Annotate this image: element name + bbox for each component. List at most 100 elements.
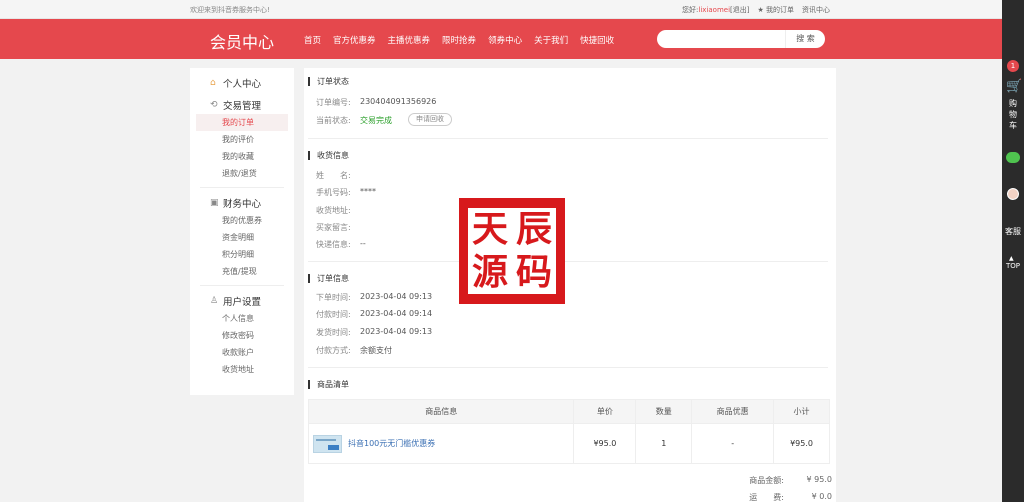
search-button[interactable]: 搜 索 (785, 30, 825, 48)
pay-method: 余额支付 (360, 346, 392, 355)
pay-time-row: 付款时间: 2023-04-04 09:14 (316, 309, 432, 320)
product-list-title: 商品清单 (308, 380, 349, 389)
sidebar-item-fund-details[interactable]: 资金明细 (210, 229, 294, 246)
apply-recycle-button[interactable]: 申请回收 (408, 113, 452, 126)
sidebar-personal-center[interactable]: ⌂ 个人中心 (210, 74, 294, 92)
welcome-text: 欢迎来到抖音券服务中心! (190, 6, 270, 14)
divider (308, 367, 828, 368)
order-status-title: 订单状态 (308, 77, 349, 86)
product-qty: 1 (635, 423, 693, 464)
freight-amount: ¥ 0.0 (811, 492, 832, 501)
sidebar-item-my-orders[interactable]: 我的订单 (196, 114, 288, 131)
summary-label: 运 费: (749, 493, 784, 502)
order-number-row: 订单编号: 230404091356926 (316, 97, 436, 108)
sidebar-item-change-password[interactable]: 修改密码 (210, 327, 294, 344)
wechat-icon[interactable] (1006, 152, 1020, 163)
field-label: 手机号码: (316, 188, 351, 197)
news-link[interactable]: 资讯中心 (802, 5, 830, 15)
member-sidebar: ⌂ 个人中心 ⟲ 交易管理 我的订单 我的评价 我的收藏 退款/退货 ▣ 财务中… (190, 68, 294, 395)
order-time-row: 下单时间: 2023-04-04 09:13 (316, 292, 432, 303)
ship-time: 2023-04-04 09:13 (360, 327, 433, 336)
divider (200, 285, 284, 286)
sidebar-item-my-favorites[interactable]: 我的收藏 (210, 148, 294, 165)
order-status-value: 交易完成 (360, 116, 392, 125)
sidebar-head-label: 交易管理 (223, 101, 262, 112)
sidebar-item-my-reviews[interactable]: 我的评价 (210, 131, 294, 148)
cart-icon[interactable]: 🛒 (1006, 79, 1022, 94)
nav-home[interactable]: 首页 (304, 34, 321, 46)
watermark-char: 辰 (515, 208, 552, 250)
wallet-icon: ▣ (210, 197, 219, 208)
nav-flash-coupons[interactable]: 限时抢券 (442, 34, 476, 46)
nav-about[interactable]: 关于我们 (534, 34, 568, 46)
message-row: 买家留言: (316, 222, 360, 233)
ship-time-row: 发货时间: 2023-04-04 09:13 (316, 327, 432, 338)
col-header-price: 单价 (573, 399, 637, 424)
search-box: 搜 索 (657, 30, 825, 48)
sidebar-settings-head: ♙ 用户设置 (210, 292, 294, 310)
order-number: 230404091356926 (360, 97, 437, 106)
sidebar-item-points-details[interactable]: 积分明细 (210, 246, 294, 263)
order-info-title: 订单信息 (308, 274, 349, 283)
home-icon: ⌂ (210, 77, 216, 88)
top-bar: 欢迎来到抖音券服务中心! 您好:lixiaomei[退出] ★ 我的订单 资讯中… (0, 0, 1002, 19)
order-time: 2023-04-04 09:13 (360, 292, 433, 301)
cart-label[interactable]: 购物车 (1009, 98, 1019, 131)
sidebar-item-my-coupons[interactable]: 我的优惠券 (210, 212, 294, 229)
service-avatar-icon[interactable] (1007, 188, 1019, 200)
watermark-char: 源 (471, 251, 508, 293)
order-state-row: 当前状态: 交易完成 (316, 115, 392, 126)
customer-service-label[interactable]: 客服 (1005, 226, 1021, 237)
sidebar-item-refunds[interactable]: 退款/退货 (210, 165, 294, 182)
sidebar-item-payee-account[interactable]: 收款账户 (210, 344, 294, 361)
cart-count-badge: 1 (1007, 60, 1019, 72)
username-link[interactable]: lixiaomei (698, 6, 730, 14)
field-label: 下单时间: (316, 293, 351, 302)
sidebar-head-label: 个人中心 (223, 79, 262, 90)
logout-link[interactable]: [退出] (730, 6, 749, 14)
site-logo[interactable]: 会员中心 (210, 29, 274, 53)
express-info: -- (360, 239, 366, 248)
divider (308, 138, 828, 139)
trade-icon: ⟲ (210, 99, 218, 110)
sidebar-item-shipping-address[interactable]: 收货地址 (210, 361, 294, 378)
nav-quick-recycle[interactable]: 快捷回收 (580, 34, 614, 46)
field-label: 买家留言: (316, 223, 351, 232)
watermark-char: 天 (471, 208, 508, 250)
watermark-char: 码 (515, 251, 552, 293)
order-detail-panel: 订单状态 订单编号: 230404091356926 当前状态: 交易完成 申请… (304, 68, 836, 502)
col-header-qty: 数量 (635, 399, 693, 424)
goods-amount: ¥ 95.0 (806, 475, 832, 484)
nav-coupon-center[interactable]: 领券中心 (488, 34, 522, 46)
my-orders-link[interactable]: ★ 我的订单 (757, 5, 794, 15)
field-label: 姓 名: (316, 171, 351, 180)
product-table: 商品信息 单价 数量 商品优惠 小计 抖音100元无门槛优惠券 ¥95.0 1 … (307, 399, 830, 464)
table-row: 抖音100元无门槛优惠券 ¥95.0 1 - ¥95.0 (307, 423, 830, 464)
amount-row: 商品金额: ¥ 95.0 (724, 475, 832, 486)
nav-streamer-coupons[interactable]: 主播优惠券 (388, 34, 431, 46)
sidebar-item-recharge[interactable]: 充值/提现 (210, 263, 294, 280)
sidebar-trade-head: ⟲ 交易管理 (210, 96, 294, 114)
product-name-link[interactable]: 抖音100元无门槛优惠券 (348, 438, 435, 449)
sidebar-item-personal-info[interactable]: 个人信息 (210, 310, 294, 327)
express-row: 快递信息: -- (316, 239, 366, 250)
top-links: 您好:lixiaomei[退出] ★ 我的订单 资讯中心 (682, 5, 830, 15)
pay-method-row: 付款方式: 余额支付 (316, 345, 392, 356)
field-label: 当前状态: (316, 116, 351, 125)
product-thumbnail[interactable] (313, 434, 342, 453)
search-input[interactable] (657, 30, 785, 48)
arrow-up-icon[interactable]: ▲ (1009, 255, 1014, 262)
user-icon: ♙ (210, 295, 219, 306)
divider (308, 261, 828, 262)
nav-official-coupons[interactable]: 官方优惠券 (333, 34, 376, 46)
main-nav: 首页 官方优惠券 主播优惠券 限时抢券 领券中心 关于我们 快捷回收 (304, 34, 614, 46)
sidebar-head-label: 用户设置 (223, 297, 262, 308)
field-label: 订单编号: (316, 98, 351, 107)
table-header-row: 商品信息 单价 数量 商品优惠 小计 (307, 399, 830, 424)
field-label: 快递信息: (316, 240, 351, 249)
name-row: 姓 名: (316, 170, 360, 181)
back-to-top-button[interactable]: TOP (1006, 262, 1020, 270)
sidebar-finance-head: ▣ 财务中心 (210, 194, 294, 212)
divider (200, 187, 284, 188)
sidebar-head-label: 财务中心 (223, 199, 262, 210)
